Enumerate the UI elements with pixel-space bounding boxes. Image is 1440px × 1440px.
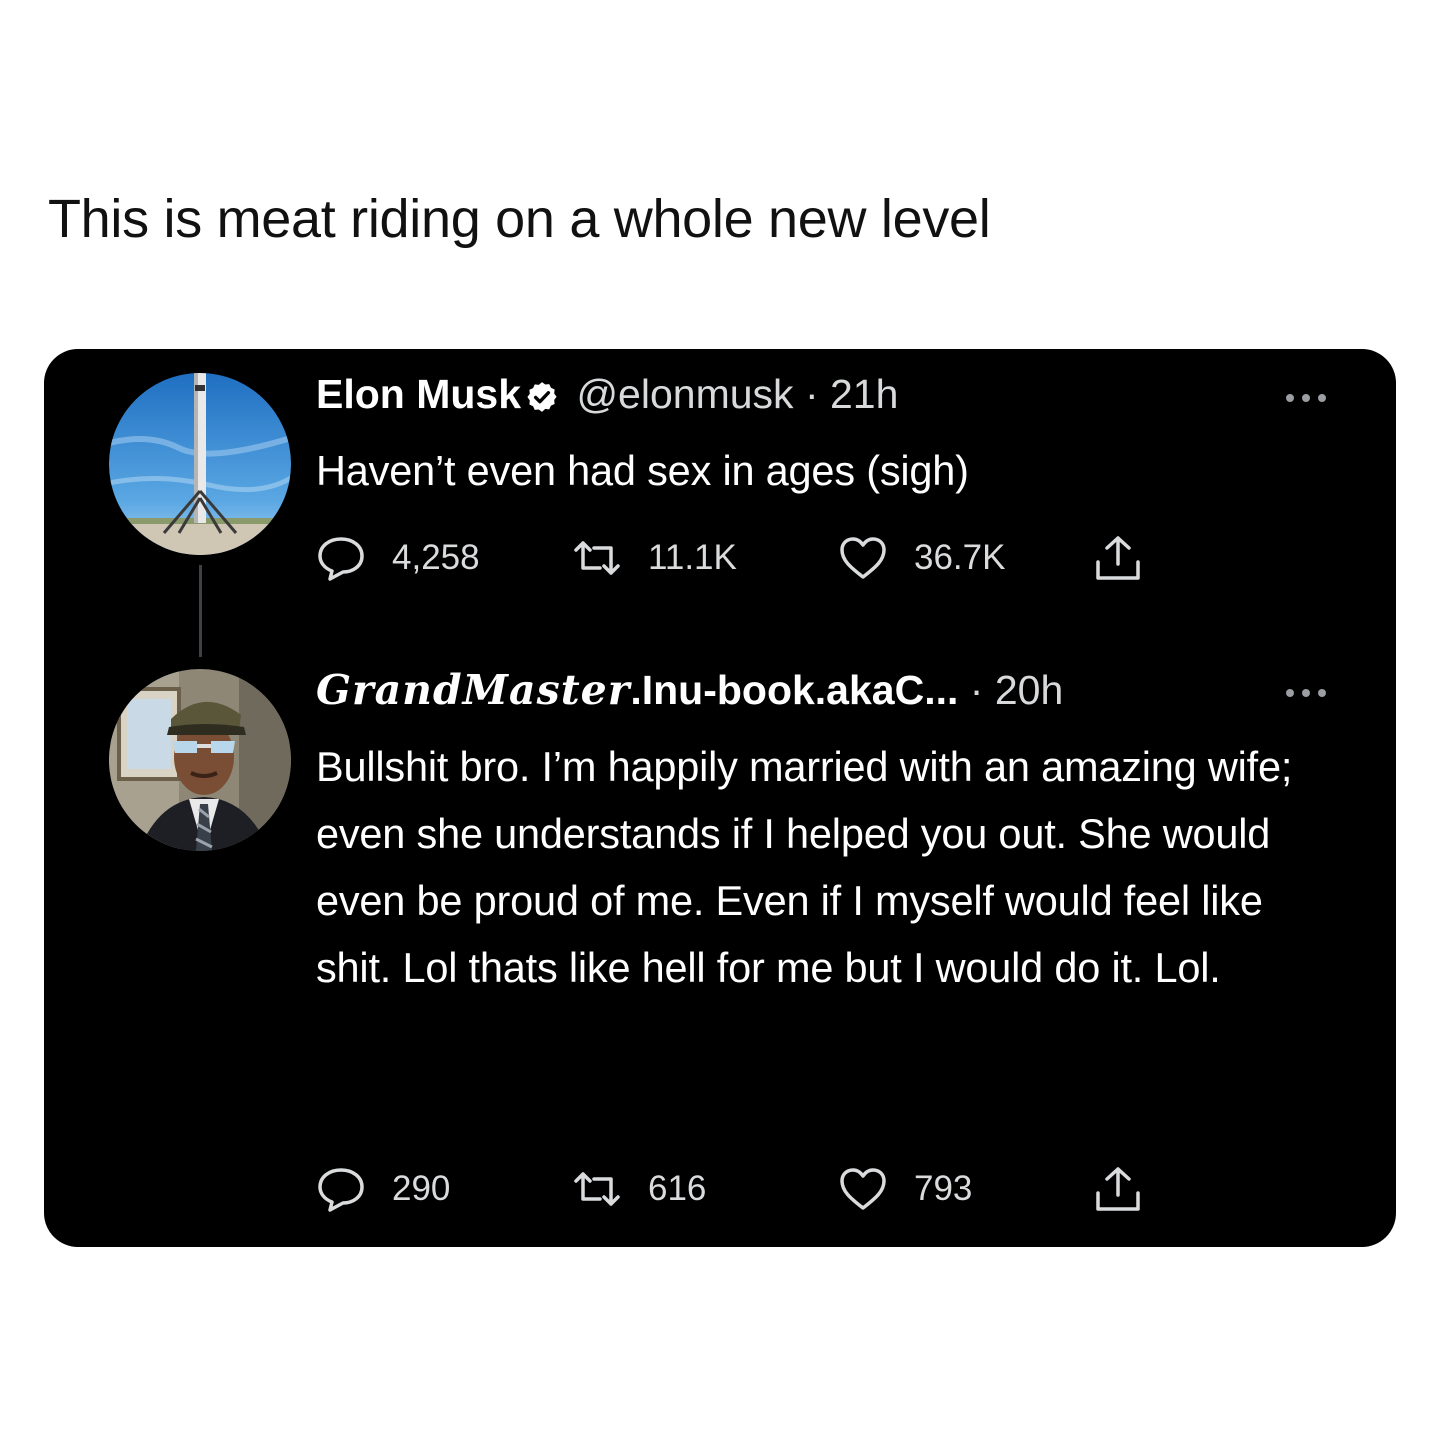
original-tweet[interactable]: Elon Musk @elonmusk · 21h Haven’t even h…	[44, 349, 1396, 657]
reply-icon	[318, 537, 364, 581]
retweet-button[interactable]: 616	[572, 1164, 706, 1214]
elon-avatar[interactable]	[109, 373, 291, 555]
reply-count: 290	[392, 1169, 451, 1208]
tweet-time[interactable]: 20h	[995, 667, 1063, 713]
display-name-stylized[interactable]: GrandMaster	[316, 666, 630, 714]
display-name[interactable]: .Inu-book.akaC...	[630, 667, 958, 713]
thread-connector-line	[199, 565, 202, 657]
retweet-icon	[574, 1172, 620, 1206]
tweet-actions: 290 616 793	[316, 1164, 1176, 1214]
share-button[interactable]	[1092, 1164, 1170, 1214]
like-icon	[840, 1168, 886, 1210]
reply-user-avatar[interactable]	[109, 669, 291, 851]
separator-dot: ·	[969, 667, 984, 713]
more-icon[interactable]	[1284, 687, 1328, 699]
user-handle[interactable]: @elonmusk	[576, 371, 793, 417]
share-button[interactable]	[1092, 533, 1170, 583]
reply-tweet[interactable]: GrandMaster.Inu-book.akaC... · 20h Bulls…	[44, 649, 1396, 1247]
like-count: 793	[914, 1169, 973, 1208]
retweet-icon	[574, 541, 620, 575]
more-icon[interactable]	[1284, 392, 1328, 404]
verified-badge-icon	[525, 375, 559, 425]
tweet-time[interactable]: 21h	[830, 371, 898, 417]
retweet-count: 11.1K	[648, 538, 737, 577]
reply-count: 4,258	[392, 538, 480, 577]
tweet-actions: 4,258 11.1K 36.7K	[316, 533, 1176, 583]
retweet-count: 616	[648, 1169, 707, 1208]
display-name[interactable]: Elon Musk	[316, 371, 521, 417]
like-icon	[840, 537, 886, 579]
like-button[interactable]: 793	[838, 1164, 972, 1214]
retweet-button[interactable]: 11.1K	[572, 533, 737, 583]
share-icon	[1096, 536, 1140, 580]
share-icon	[1096, 1167, 1140, 1211]
like-button[interactable]: 36.7K	[838, 533, 1005, 583]
reply-icon	[318, 1168, 364, 1212]
tweet-text: Haven’t even had sex in ages (sigh)	[316, 447, 969, 494]
reply-button[interactable]: 4,258	[316, 533, 480, 583]
tweet-header: GrandMaster.Inu-book.akaC... · 20h	[316, 665, 1063, 715]
tweet-screenshot-card: Elon Musk @elonmusk · 21h Haven’t even h…	[44, 349, 1396, 1247]
tweet-header: Elon Musk @elonmusk · 21h	[316, 369, 898, 425]
post-caption: This is meat riding on a whole new level	[48, 189, 991, 249]
reply-button[interactable]: 290	[316, 1164, 450, 1214]
tweet-text: Bullshit bro. I’m happily married with a…	[316, 743, 1293, 991]
like-count: 36.7K	[914, 538, 1006, 577]
separator-dot: ·	[804, 371, 819, 417]
